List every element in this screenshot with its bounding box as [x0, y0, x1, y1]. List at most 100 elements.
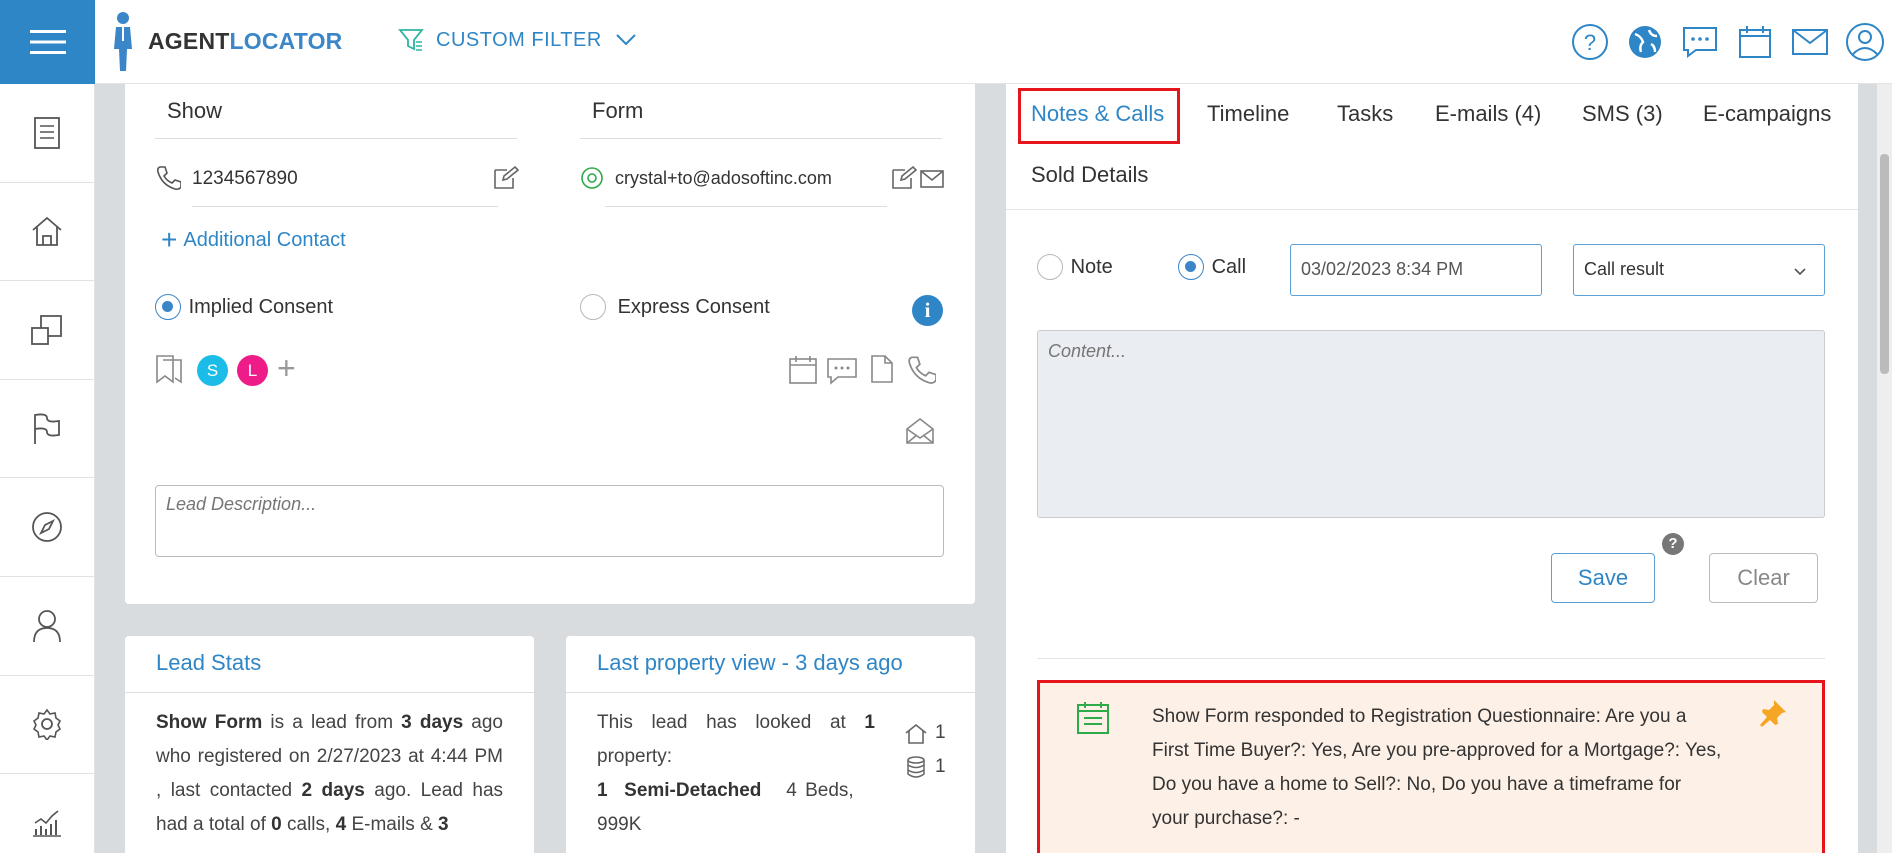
pin-icon[interactable] — [1759, 699, 1787, 727]
help-icon: ? — [1571, 24, 1608, 60]
property-count: 1 — [864, 712, 875, 733]
custom-filter-dropdown[interactable]: CUSTOM FILTER — [398, 22, 636, 58]
lead-description-input[interactable] — [155, 485, 944, 557]
help-button[interactable]: ? — [1562, 0, 1617, 84]
sidebar-item-explore[interactable] — [0, 478, 94, 577]
mail-icon — [1791, 29, 1828, 55]
app-logo[interactable]: AGENTLOCATOR — [108, 6, 348, 76]
clear-button[interactable]: Clear — [1709, 553, 1818, 603]
tab-ecampaigns[interactable]: E-campaigns — [1703, 101, 1831, 127]
open-envelope-icon[interactable] — [905, 417, 935, 445]
lead-name: Show Form — [156, 712, 263, 733]
sidebar-item-settings[interactable] — [0, 676, 94, 775]
home-count-icon — [905, 724, 927, 744]
contact-card: Show Form 1234567890 crystal+to@adosofti… — [125, 84, 975, 604]
call-result-select[interactable]: Call result — [1573, 244, 1825, 296]
stats-text-4: calls, — [281, 814, 336, 835]
sms-action-icon[interactable] — [826, 357, 858, 385]
sidebar-item-reports[interactable] — [0, 774, 94, 853]
scrollbar-thumb[interactable] — [1880, 154, 1889, 374]
property-view-card: Last property view - 3 days ago This lea… — [566, 636, 975, 853]
globe-button[interactable] — [1617, 0, 1672, 84]
call-type-option[interactable]: Call — [1178, 254, 1246, 280]
add-agent-button[interactable]: + — [277, 350, 296, 387]
note-icon — [1077, 702, 1109, 734]
tab-notes-calls[interactable]: Notes & Calls — [1031, 101, 1164, 127]
stats-text-1: is a lead from — [262, 712, 402, 733]
top-icon-bar: ? — [1562, 0, 1892, 84]
home-icon — [32, 217, 62, 247]
pinned-note-text: Show Form responded to Registration Ques… — [1152, 706, 1722, 829]
filter-icon — [398, 29, 424, 51]
first-name-field[interactable]: Show — [167, 98, 222, 124]
document-icon — [34, 116, 60, 149]
flag-icon — [34, 413, 60, 444]
datetime-input[interactable]: 03/02/2023 8:34 PM — [1290, 244, 1542, 296]
property-text-1: This lead has looked at — [597, 712, 865, 733]
help-tooltip-icon[interactable]: ? — [1662, 533, 1684, 555]
call-result-value: Call result — [1584, 259, 1665, 279]
edit-email-icon[interactable] — [891, 166, 917, 190]
messages-button[interactable] — [1672, 0, 1727, 84]
sidebar-item-windows[interactable] — [0, 281, 94, 380]
edit-phone-icon[interactable] — [493, 166, 519, 190]
avatar-s[interactable]: S — [197, 355, 228, 386]
note-type-option[interactable]: Note — [1037, 254, 1113, 280]
additional-contact-link[interactable]: + Additional Contact — [161, 224, 346, 256]
tab-sms[interactable]: SMS (3) — [1582, 101, 1663, 127]
sidebar-item-documents[interactable] — [0, 84, 94, 183]
calls-count: 0 — [271, 814, 282, 835]
bookmark-icon[interactable] — [155, 354, 185, 384]
note-label: Note — [1070, 255, 1113, 278]
implied-consent-option[interactable]: Implied Consent — [155, 294, 333, 320]
call-action-icon[interactable] — [906, 355, 936, 385]
hamburger-menu-button[interactable] — [0, 0, 95, 84]
at-icon — [581, 167, 603, 189]
info-icon[interactable]: i — [912, 295, 943, 326]
windows-icon — [31, 315, 62, 345]
sidebar-item-contacts[interactable] — [0, 577, 94, 676]
pinned-note: Show Form responded to Registration Ques… — [1037, 680, 1825, 853]
express-consent-radio[interactable] — [580, 294, 606, 320]
tab-tasks[interactable]: Tasks — [1337, 101, 1393, 127]
chart-icon — [33, 810, 61, 838]
emails-count: 4 — [335, 814, 347, 835]
express-consent-label: Express Consent — [617, 295, 770, 318]
last-name-field[interactable]: Form — [592, 98, 643, 124]
lead-stats-text: Show Form is a lead from 3 days ago who … — [156, 706, 503, 842]
mail-button[interactable] — [1782, 0, 1837, 84]
phone-field[interactable]: 1234567890 — [192, 168, 298, 190]
send-email-icon[interactable] — [920, 170, 944, 188]
chat-icon — [1682, 27, 1717, 58]
call-radio[interactable] — [1178, 254, 1204, 280]
top-bar: AGENTLOCATOR CUSTOM FILTER ? — [0, 0, 1892, 84]
menu-icon — [29, 30, 66, 54]
property-view-text: This lead has looked at 1 property: 1 Se… — [597, 706, 875, 842]
lead-age: 3 days — [401, 712, 464, 733]
note-content-input[interactable] — [1037, 330, 1825, 518]
calendar-button[interactable] — [1727, 0, 1782, 84]
calendar-action-icon[interactable] — [788, 355, 818, 385]
user-profile-button[interactable] — [1837, 0, 1892, 84]
note-action-icon[interactable] — [870, 354, 894, 384]
save-button[interactable]: Save — [1551, 553, 1655, 603]
gear-icon — [32, 709, 62, 741]
property-view-title[interactable]: Last property view - 3 days ago — [597, 650, 903, 676]
sidebar-item-flags[interactable] — [0, 380, 94, 479]
sidebar-item-home[interactable] — [0, 183, 94, 282]
tab-emails[interactable]: E-mails (4) — [1435, 101, 1541, 127]
avatar-s-letter: S — [206, 361, 219, 380]
sidebar-nav — [0, 84, 95, 853]
express-consent-option[interactable]: Express Consent — [580, 294, 770, 320]
tab-sold-details[interactable]: Sold Details — [1031, 162, 1148, 188]
avatar-l[interactable]: L — [237, 355, 268, 386]
tab-timeline[interactable]: Timeline — [1207, 101, 1289, 127]
email-field[interactable]: crystal+to@adosoftinc.com — [615, 168, 832, 189]
calendar-icon — [1738, 26, 1771, 58]
scrollbar[interactable] — [1877, 84, 1892, 853]
avatar-l-letter: L — [247, 361, 258, 380]
note-radio[interactable] — [1037, 254, 1063, 280]
call-label: Call — [1211, 255, 1247, 278]
lead-stats-card: Lead Stats Show Form is a lead from 3 da… — [125, 636, 534, 853]
implied-consent-radio[interactable] — [155, 294, 181, 320]
